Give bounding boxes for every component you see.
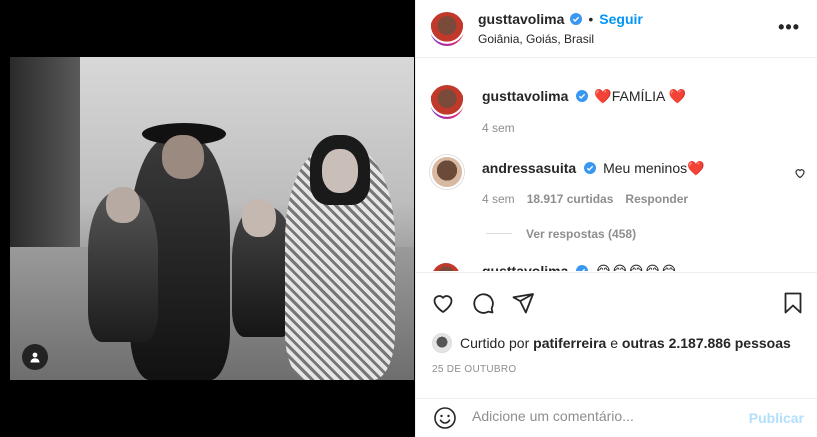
caption-row: gusttavolima ❤️FAMÍLIA ❤️	[482, 88, 686, 106]
comment-input[interactable]	[472, 408, 742, 424]
comment-time[interactable]: 4 sem	[482, 192, 515, 206]
likes-summary: Curtido por patiferreira e outras 2.187.…	[432, 333, 791, 353]
share-icon[interactable]	[510, 290, 536, 316]
verified-icon	[583, 162, 596, 174]
verified-icon	[575, 90, 588, 102]
likes-others-link[interactable]: outras 2.187.886 pessoas	[622, 335, 791, 351]
caption-username[interactable]: gusttavolima	[482, 88, 568, 104]
follow-button[interactable]: Seguir	[599, 11, 643, 27]
more-label: •••	[778, 17, 800, 37]
post-location[interactable]: Goiânia, Goiás, Brasil	[478, 32, 594, 46]
comment-row: gusttavolima 😂😂😂😂😂	[482, 263, 677, 271]
comment-username[interactable]: andressasuita	[482, 160, 576, 176]
post-details-panel: gusttavolima • Seguir Goiânia, Goiás, Br…	[415, 0, 817, 437]
comment-avatar[interactable]	[432, 263, 460, 271]
view-replies-button[interactable]: Ver respostas (458)	[526, 227, 636, 241]
caption-avatar[interactable]	[430, 85, 464, 119]
comment-row: andressasuita Meu meninos❤️	[482, 160, 705, 178]
comment-icon[interactable]	[470, 290, 496, 316]
caption-text: ❤️FAMÍLIA ❤️	[594, 88, 686, 104]
header-separator: •	[588, 11, 594, 27]
photo-face-man	[162, 135, 204, 179]
post-header: gusttavolima • Seguir Goiânia, Goiás, Br…	[416, 0, 817, 58]
author-username[interactable]: gusttavolima	[478, 11, 564, 27]
publish-button[interactable]: Publicar	[749, 410, 804, 426]
comment-meta: 4 sem 18.917 curtidas Responder	[482, 192, 688, 206]
bookmark-icon[interactable]	[780, 290, 806, 316]
user-tag-icon[interactable]	[22, 344, 48, 370]
verified-icon	[575, 265, 588, 271]
likes-prefix: Curtido por	[460, 335, 530, 351]
replies-divider	[486, 233, 512, 234]
reply-button[interactable]: Responder	[625, 192, 688, 206]
comment-username[interactable]: gusttavolima	[482, 263, 568, 271]
author-avatar[interactable]	[430, 12, 464, 46]
photo-face-girl	[106, 187, 140, 223]
comment-avatar[interactable]	[430, 155, 464, 189]
post-media[interactable]	[0, 0, 415, 437]
comment-likes[interactable]: 18.917 curtidas	[527, 192, 614, 206]
emoji-icon[interactable]	[432, 405, 458, 431]
add-comment-bar: Publicar	[416, 398, 817, 437]
comment-text: 😂😂😂😂😂	[595, 263, 678, 271]
liker-avatar[interactable]	[432, 333, 452, 353]
header-title-row: gusttavolima • Seguir	[478, 11, 643, 27]
verified-icon	[570, 13, 583, 25]
photo-face-woman	[322, 149, 358, 193]
photo-face-boy	[242, 199, 276, 237]
more-icon[interactable]: •••	[778, 17, 800, 38]
liker-username[interactable]: patiferreira	[533, 335, 606, 351]
post-actions: Curtido por patiferreira e outras 2.187.…	[416, 272, 817, 387]
like-comment-icon[interactable]	[794, 167, 806, 179]
caption-time[interactable]: 4 sem	[482, 121, 515, 135]
comment-text: Meu meninos❤️	[603, 160, 705, 176]
heart-icon[interactable]	[430, 290, 456, 316]
post-date[interactable]: 25 DE OUTUBRO	[432, 364, 516, 375]
likes-connector: e	[610, 335, 618, 351]
post-photo[interactable]	[10, 57, 414, 380]
comments-list[interactable]: gusttavolima ❤️FAMÍLIA ❤️ 4 sem andressa…	[416, 59, 817, 271]
